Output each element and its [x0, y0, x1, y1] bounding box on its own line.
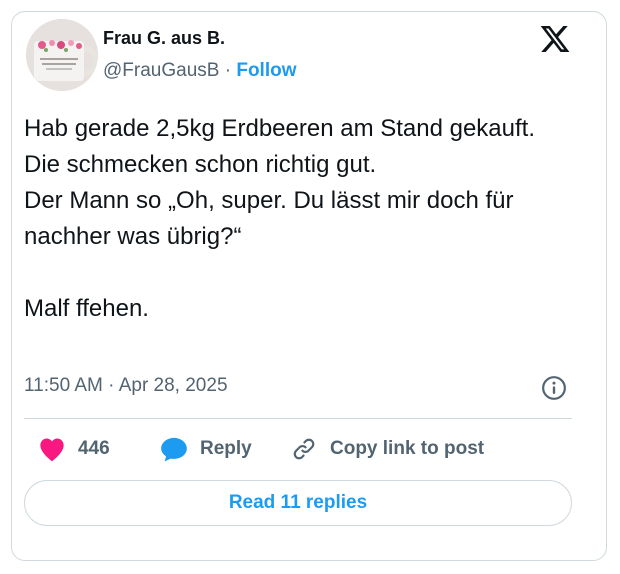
author-handle-row: @FrauGausB · Follow [103, 60, 297, 82]
reply-label: Reply [200, 438, 252, 459]
read-replies-button[interactable]: Read 11 replies [24, 480, 572, 526]
avatar[interactable] [26, 19, 98, 91]
author-display-name[interactable]: Frau G. aus B. [103, 28, 225, 49]
tweet-line: Malf ffehen. [24, 295, 149, 322]
copy-link-action[interactable]: Copy link to post [290, 432, 484, 466]
reply-bubble-icon [161, 437, 187, 462]
author-handle[interactable]: @FrauGausB [103, 60, 219, 81]
tweet-text: Hab gerade 2,5kg Erdbeeren am Stand geka… [24, 111, 574, 327]
copy-link-label: Copy link to post [330, 438, 485, 459]
tweet-actions: 446 Reply Copy link to post [24, 432, 572, 466]
reply-action[interactable]: Reply [160, 432, 252, 466]
tweet-line: Der Mann so „Oh, super. Du lässt mir doc… [24, 187, 514, 250]
handle-separator: · [219, 60, 237, 81]
x-logo-icon[interactable] [539, 23, 571, 55]
heart-icon [40, 438, 64, 462]
tweet-line: Hab gerade 2,5kg Erdbeeren am Stand geka… [24, 115, 536, 178]
like-action[interactable]: 446 [38, 432, 110, 466]
avatar-image [26, 19, 98, 91]
info-icon[interactable] [541, 375, 567, 401]
divider [24, 418, 572, 419]
follow-button[interactable]: Follow [236, 60, 296, 81]
like-count: 446 [78, 438, 110, 459]
tweet-timestamp[interactable]: 11:50 AM · Apr 28, 2025 [24, 375, 228, 397]
link-icon [293, 438, 315, 460]
